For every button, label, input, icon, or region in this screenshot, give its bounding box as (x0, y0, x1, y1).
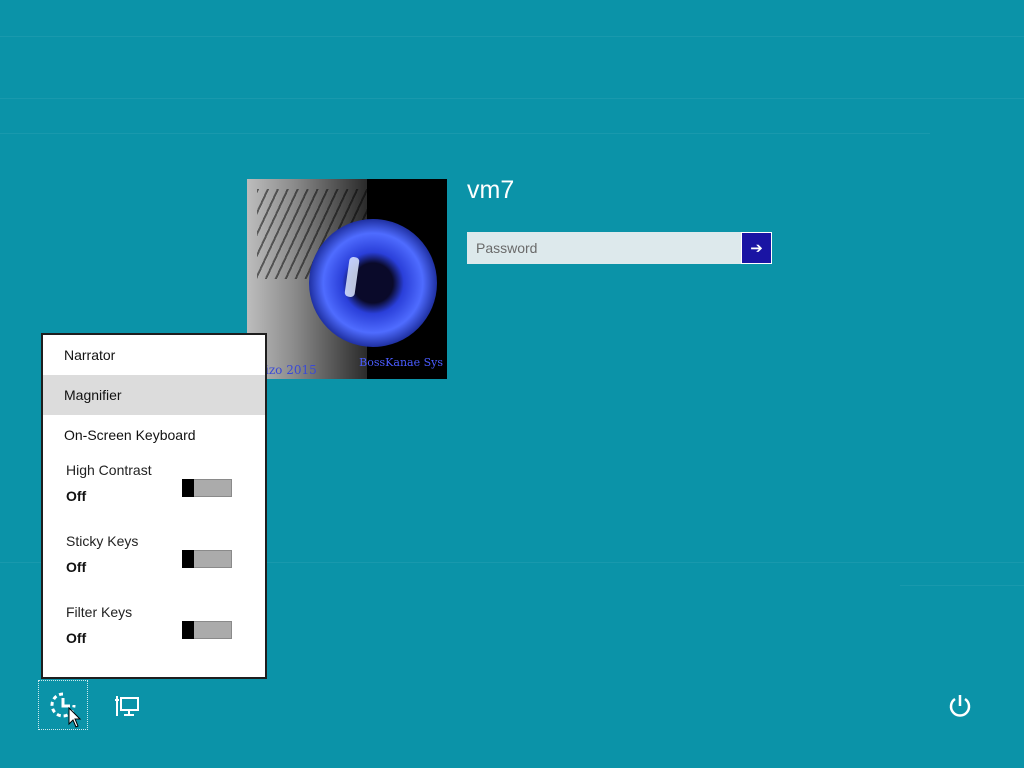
menu-item-on-screen-keyboard[interactable]: On-Screen Keyboard (43, 415, 265, 455)
mouse-cursor-icon (68, 707, 82, 728)
password-box: ➔ (467, 232, 772, 264)
toggle-sticky-keys: Sticky Keys Off (43, 526, 265, 597)
sticky-keys-switch[interactable] (182, 550, 232, 568)
ease-of-access-menu: Narrator Magnifier On-Screen Keyboard Hi… (41, 333, 267, 679)
username: vm7 (467, 176, 515, 204)
high-contrast-switch[interactable] (182, 479, 232, 497)
toggle-state: Off (66, 559, 87, 575)
toggle-state: Off (66, 488, 87, 504)
tile-caption-left: izo 2015 (265, 363, 317, 377)
submit-button[interactable]: ➔ (742, 233, 771, 263)
user-tile[interactable]: izo 2015 BossKanae Sys (247, 179, 447, 379)
tile-caption-right: BossKanae Sys (359, 356, 443, 369)
toggle-filter-keys: Filter Keys Off (43, 597, 265, 668)
power-icon (949, 695, 971, 717)
toggle-high-contrast: High Contrast Off (43, 455, 265, 526)
menu-item-narrator[interactable]: Narrator (43, 335, 265, 375)
power-button[interactable] (942, 688, 978, 724)
toggle-state: Off (66, 630, 87, 646)
toggle-label: High Contrast (66, 462, 152, 478)
network-icon (115, 696, 139, 716)
filter-keys-switch[interactable] (182, 621, 232, 639)
password-input[interactable] (467, 232, 741, 264)
network-button[interactable] (109, 688, 145, 724)
toggle-label: Filter Keys (66, 604, 133, 620)
menu-item-magnifier[interactable]: Magnifier (43, 375, 265, 415)
arrow-right-icon: ➔ (750, 240, 763, 257)
toggle-label: Sticky Keys (66, 533, 139, 549)
